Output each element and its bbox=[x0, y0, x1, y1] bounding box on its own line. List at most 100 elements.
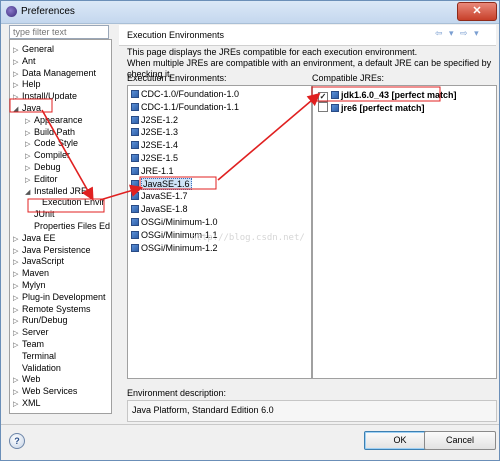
env-list-item[interactable]: J2SE-1.5 bbox=[131, 152, 178, 165]
tree-item[interactable]: ▷ XML bbox=[13, 397, 41, 409]
close-button[interactable]: ✕ bbox=[457, 2, 497, 21]
library-icon bbox=[131, 128, 139, 137]
tree-item[interactable]: Terminal bbox=[13, 350, 56, 362]
tree-item-label: Web bbox=[22, 374, 41, 385]
tree-item[interactable]: ▷ Debug bbox=[25, 161, 61, 173]
description-line-1: This page displays the JREs compatible f… bbox=[127, 47, 418, 57]
tree-item-label: XML bbox=[22, 398, 41, 408]
env-list-item[interactable]: JavaSE-1.8 bbox=[131, 203, 188, 216]
env-list-item-label: J2SE-1.2 bbox=[141, 114, 179, 125]
tree-item-label: Editor bbox=[34, 173, 58, 184]
tree-item-label: Execution Envir bbox=[42, 197, 105, 208]
library-icon bbox=[131, 141, 139, 150]
env-list-item[interactable]: CDC-1.0/Foundation-1.0 bbox=[131, 88, 239, 101]
preferences-window: Preferences ✕ ▷General▷Ant▷Data Manageme… bbox=[0, 0, 500, 461]
expand-toggle-icon[interactable]: ◢ bbox=[13, 104, 22, 116]
tree-item-label: Ant bbox=[22, 55, 36, 66]
jre-list-item[interactable]: ✓ jdk1.6.0_43 [perfect match] bbox=[318, 89, 457, 102]
filter-input[interactable] bbox=[9, 25, 109, 39]
tree-item[interactable]: ▷ Java EE bbox=[13, 232, 56, 244]
compatible-jres-list[interactable]: ✓ jdk1.6.0_43 [perfect match] jre6 [perfec… bbox=[312, 85, 497, 379]
tree-item[interactable]: ▷ Java Persistence bbox=[13, 244, 91, 256]
preference-tree[interactable]: ▷ General ▷ Ant ▷ Data Management ▷ Help ▷ Instal… bbox=[9, 39, 112, 414]
env-list-item[interactable]: J2SE-1.2 bbox=[131, 114, 178, 127]
env-list-item[interactable]: J2SE-1.4 bbox=[131, 139, 178, 152]
tree-item[interactable]: JUnit bbox=[25, 208, 55, 220]
watermark-text: http://blog.csdn.net/ bbox=[191, 233, 305, 243]
tree-item[interactable]: Validation bbox=[13, 362, 61, 374]
env-list-item[interactable]: J2SE-1.3 bbox=[131, 126, 178, 139]
library-icon bbox=[131, 218, 139, 226]
library-icon bbox=[131, 192, 139, 201]
tree-item[interactable]: ◢ Installed JREs bbox=[25, 185, 92, 197]
tree-item[interactable]: ▷ Ant bbox=[13, 55, 36, 67]
tree-item[interactable]: ▷ Build Path bbox=[25, 126, 75, 138]
env-list-item-label: J2SE-1.5 bbox=[141, 153, 179, 163]
tree-item-label: Compiler bbox=[34, 150, 71, 161]
tree-item-label: Debug bbox=[34, 162, 61, 172]
tree-item-label: Remote Systems bbox=[22, 303, 91, 314]
history-nav-icons[interactable]: ⇦ ▾ ⇨ ▾ bbox=[435, 28, 481, 39]
tree-item-label: Java EE bbox=[22, 232, 56, 243]
jre-checkbox[interactable]: ✓ bbox=[318, 92, 328, 102]
tree-item[interactable]: ▷ Install/Update bbox=[13, 90, 77, 102]
env-list-item-label: J2SE-1.3 bbox=[141, 127, 179, 138]
tree-item[interactable]: ▷ Web Services bbox=[13, 385, 77, 397]
tree-item[interactable]: ▷ Code Style bbox=[25, 137, 78, 149]
button-bar-divider bbox=[1, 424, 499, 425]
tree-item[interactable]: ▷ JavaScript bbox=[13, 255, 64, 267]
tree-item[interactable]: ▷ Remote Systems bbox=[13, 303, 91, 315]
tree-item[interactable]: ▷ General bbox=[13, 43, 54, 55]
env-list-item[interactable]: JavaSE-1.7 bbox=[131, 190, 188, 203]
env-list-item[interactable]: JRE-1.1 bbox=[131, 165, 174, 178]
execution-environments-list[interactable]: CDC-1.0/Foundation-1.0 CDC-1.1/Foundation… bbox=[127, 85, 312, 379]
library-icon bbox=[131, 243, 139, 252]
tree-item[interactable]: ▷ Plug-in Development bbox=[13, 291, 106, 303]
tree-item[interactable]: ▷ Editor bbox=[25, 173, 58, 185]
tree-item[interactable]: ▷ Help bbox=[13, 78, 41, 90]
eclipse-icon bbox=[6, 6, 17, 17]
tree-item[interactable]: ▷ Team bbox=[13, 338, 44, 350]
tree-item-label: Plug-in Development bbox=[22, 291, 106, 302]
tree-item-label: Appearance bbox=[34, 114, 83, 125]
tree-item[interactable]: ▷ Data Management bbox=[13, 67, 96, 79]
env-list-item[interactable]: CDC-1.1/Foundation-1.1 bbox=[131, 101, 239, 114]
tree-item-label: Web Services bbox=[22, 386, 78, 397]
library-icon bbox=[131, 166, 139, 175]
tree-item[interactable]: Execution Envir bbox=[33, 196, 105, 208]
window-title: Preferences bbox=[21, 6, 75, 17]
tree-item-label: Team bbox=[22, 339, 45, 349]
env-description-box: Java Platform, Standard Edition 6.0 bbox=[127, 400, 497, 422]
tree-item[interactable]: ▷ Maven bbox=[13, 267, 49, 279]
tree-item-label: Terminal bbox=[22, 350, 57, 361]
tree-item[interactable]: ▷ Web bbox=[13, 373, 40, 385]
env-list-item-label: JavaSE-1.7 bbox=[141, 191, 188, 202]
jre-checkbox[interactable] bbox=[318, 102, 328, 112]
tree-item-label: Installed JREs bbox=[34, 185, 92, 196]
env-list-item-label: OSGi/Minimum-1.0 bbox=[141, 217, 218, 227]
tree-item-label: Mylyn bbox=[22, 280, 46, 290]
tree-item-label: Properties Files Ed bbox=[34, 221, 111, 231]
expand-toggle-icon[interactable]: ▷ bbox=[13, 399, 22, 411]
jre-list-item[interactable]: jre6 [perfect match] bbox=[318, 102, 425, 115]
tree-item-label: Java Persistence bbox=[22, 244, 91, 255]
tree-item[interactable]: ▷ Run/Debug bbox=[13, 314, 68, 326]
env-list-item[interactable]: OSGi/Minimum-1.2 bbox=[131, 242, 218, 255]
env-list-item[interactable]: OSGi/Minimum-1.0 bbox=[131, 216, 218, 229]
help-icon[interactable]: ? bbox=[9, 433, 25, 449]
tree-item[interactable]: ▷ Mylyn bbox=[13, 279, 46, 291]
library-icon bbox=[331, 91, 339, 99]
tree-item-label: JavaScript bbox=[22, 256, 65, 267]
cancel-button[interactable]: Cancel bbox=[424, 431, 496, 450]
library-icon bbox=[131, 205, 139, 214]
env-list-item-label: CDC-1.0/Foundation-1.0 bbox=[141, 89, 240, 99]
jre-list-item-label: jdk1.6.0_43 [perfect match] bbox=[341, 90, 457, 100]
tree-item[interactable]: ▷ Appearance bbox=[25, 114, 83, 126]
tree-item[interactable]: Properties Files Ed bbox=[25, 220, 110, 232]
env-list-item[interactable]: JavaSE-1.6 bbox=[131, 177, 192, 191]
library-icon bbox=[331, 104, 339, 112]
tree-item[interactable]: ◢ Java bbox=[13, 102, 41, 114]
tree-item[interactable]: ▷ Compiler bbox=[25, 149, 70, 161]
tree-item-label: Data Management bbox=[22, 67, 97, 78]
tree-item[interactable]: ▷ Server bbox=[13, 326, 49, 338]
